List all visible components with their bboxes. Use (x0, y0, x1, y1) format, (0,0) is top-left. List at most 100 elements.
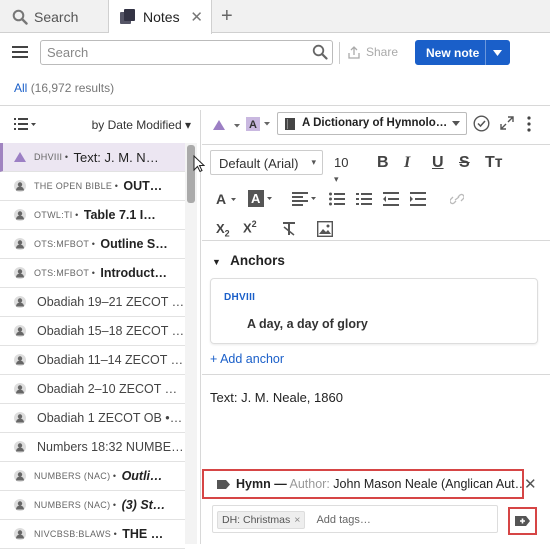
indent-icon[interactable] (410, 192, 426, 206)
list-scrollbar[interactable] (185, 143, 197, 544)
list-item-title: Obadiah 1 ZECOT OB • T… (37, 411, 185, 425)
subscript-icon[interactable]: X2 (216, 221, 230, 239)
outdent-icon[interactable] (383, 192, 399, 206)
list-item-separator: • (112, 181, 121, 191)
close-tab-icon[interactable]: ✕ (190, 8, 203, 26)
collapse-icon[interactable]: ▼ (212, 257, 221, 267)
list-item[interactable]: THE OPEN BIBLE • OUT… (0, 172, 185, 201)
hymn-label: Hymn — (236, 477, 287, 491)
list-item-title: Numbers 18:32 NUMBE… (37, 440, 184, 454)
chevron-down-icon[interactable] (493, 50, 502, 56)
numbered-list-icon[interactable] (356, 192, 372, 206)
share-button[interactable]: Share (348, 45, 398, 59)
remove-tag-icon[interactable]: × (294, 514, 300, 526)
superscript-icon[interactable]: X2 (243, 219, 257, 235)
list-item[interactable]: NUMBERS (NAC) • Outli… (0, 462, 185, 491)
list-item-title: Text: J. M. N… (73, 149, 159, 165)
person-icon (14, 383, 26, 395)
expand-icon[interactable] (500, 116, 514, 130)
list-item-title: THE … (122, 527, 164, 541)
font-color-icon[interactable]: A (216, 191, 242, 207)
person-icon (14, 412, 26, 424)
list-item[interactable]: Obadiah 19–21 ZECOT … (0, 288, 185, 317)
list-item[interactable]: Obadiah 15–18 ZECOT … (0, 317, 185, 346)
italic-icon[interactable]: I (404, 154, 410, 172)
scrollbar-thumb[interactable] (187, 145, 195, 203)
tab-notes-label: Notes (143, 9, 180, 25)
divider (202, 374, 550, 375)
search-input[interactable]: Search (40, 40, 333, 65)
link-icon[interactable] (450, 193, 464, 205)
text-color-icon[interactable]: A (246, 117, 272, 131)
hymn-metadata[interactable]: Hymn — Author: John Mason Neale (Anglica… (202, 469, 524, 499)
align-icon[interactable] (292, 192, 318, 206)
svg-text:A: A (251, 191, 261, 206)
share-label: Share (366, 45, 399, 59)
share-icon (348, 45, 360, 59)
more-options-icon[interactable] (527, 116, 531, 132)
highlight-color-icon[interactable]: A (248, 190, 276, 208)
list-view-icon[interactable] (14, 117, 36, 131)
list-item[interactable]: OTWL:TI • Table 7.1 I… (0, 201, 185, 230)
list-item[interactable]: Obadiah 1 ZECOT OB • T… (0, 404, 185, 433)
clear-format-icon[interactable] (282, 222, 296, 236)
list-item-resource: NUMBERS (NAC) (34, 500, 111, 510)
menu-icon[interactable] (12, 45, 28, 59)
search-placeholder: Search (47, 45, 89, 60)
tab-bar: Search Notes ✕ + (0, 0, 550, 34)
triangle-icon (14, 151, 26, 163)
note-body[interactable]: Text: J. M. Neale, 1860 (210, 390, 343, 405)
list-item[interactable]: Obadiah 11–14 ZECOT … (0, 346, 185, 375)
tab-notes[interactable]: Notes ✕ (109, 0, 212, 34)
svg-text:A: A (216, 191, 226, 207)
text-case-icon[interactable]: Tт (485, 154, 503, 172)
list-item[interactable]: OTS:MFBOT • Outline S… (0, 230, 185, 259)
editor-toolbar: A A Dictionary of Hymnolo… (202, 110, 550, 140)
person-icon (14, 296, 26, 308)
person-icon (14, 209, 26, 221)
svg-text:A: A (249, 119, 257, 131)
font-size-select[interactable]: 10 ▾ (330, 150, 360, 184)
person-icon (14, 238, 26, 250)
check-circle-icon[interactable] (473, 115, 490, 132)
image-icon[interactable] (317, 221, 333, 237)
list-item[interactable]: NUMBERS (NAC) • (3) St… (0, 491, 185, 520)
list-item-title: Obadiah 11–14 ZECOT … (37, 353, 184, 367)
tags-input[interactable]: DH: Christmas × Add tags… (212, 505, 498, 533)
anchors-header[interactable]: ▼ Anchors (212, 253, 285, 268)
add-anchor-link[interactable]: + Add anchor (210, 352, 284, 366)
divider (202, 240, 550, 241)
results-scope[interactable]: All (14, 81, 27, 95)
anchors-title: Anchors (230, 253, 285, 268)
anchor-resource: DHVIII (224, 292, 256, 303)
highlight-style-icon[interactable] (213, 119, 243, 131)
font-family-select[interactable]: Default (Arial) ▾ (210, 150, 323, 175)
list-item-resource: DHVIII (34, 152, 63, 162)
new-note-button[interactable]: New note (415, 40, 510, 65)
resource-dropdown-chevron[interactable] (452, 121, 460, 126)
list-item[interactable]: Numbers 18:32 NUMBE… (0, 433, 185, 462)
list-item[interactable]: NIVCBSB:BLAWS • THE … (0, 520, 185, 549)
sort-dropdown[interactable]: by Date Modified ▾ (92, 118, 191, 132)
divider (202, 144, 550, 145)
tab-search[interactable]: Search (0, 0, 109, 33)
bold-icon[interactable]: B (377, 154, 389, 172)
add-tag-button[interactable] (508, 507, 537, 535)
tag-add-icon (515, 516, 530, 526)
strikethrough-icon[interactable]: S (459, 154, 470, 172)
bullet-list-icon[interactable] (329, 192, 345, 206)
search-icon[interactable] (312, 44, 328, 60)
anchor-card[interactable]: DHVIII A day, a day of glory (210, 278, 538, 344)
add-tab-button[interactable]: + (221, 6, 233, 26)
notes-toolbar: Search Share New note (0, 39, 550, 67)
list-item[interactable]: Obadiah 2–10 ZECOT O… (0, 375, 185, 404)
cursor-icon (193, 155, 205, 173)
resource-dropdown[interactable]: A Dictionary of Hymnolo… (277, 112, 467, 135)
list-item[interactable]: DHVIII • Text: J. M. N… (0, 143, 185, 172)
close-icon[interactable]: ✕ (524, 475, 537, 493)
list-item[interactable]: OTS:MFBOT • Introduct… (0, 259, 185, 288)
search-icon (12, 9, 28, 25)
underline-icon[interactable]: U (432, 154, 444, 172)
tab-search-label: Search (34, 8, 79, 25)
tag-chip[interactable]: DH: Christmas × (217, 511, 306, 529)
